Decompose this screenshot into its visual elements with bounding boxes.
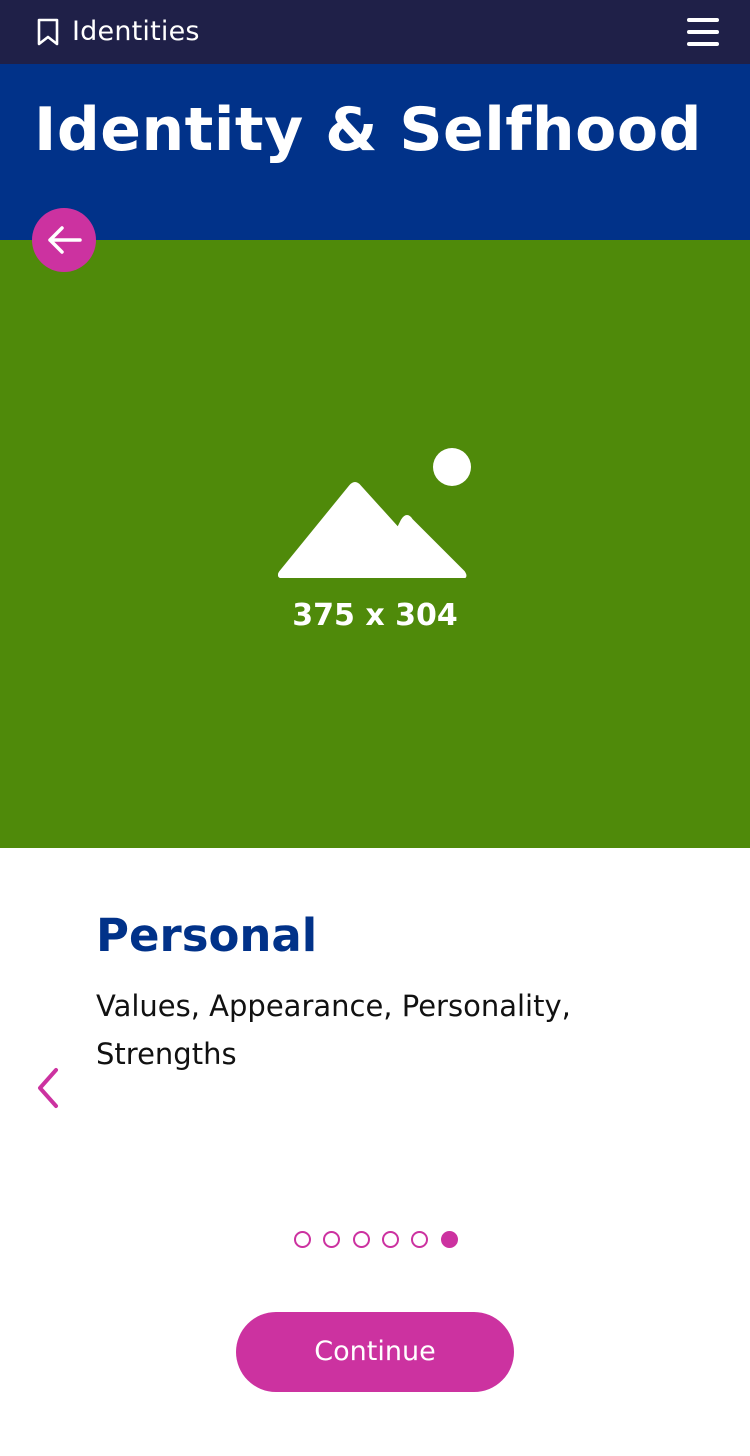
- menu-line-bottom: [687, 42, 719, 46]
- top-bar: Identities: [0, 0, 750, 64]
- menu-line-middle: [687, 30, 719, 34]
- hamburger-menu-button[interactable]: [686, 16, 720, 48]
- previous-card-button[interactable]: [30, 1064, 70, 1112]
- back-button[interactable]: [32, 208, 96, 272]
- pagination-dots: [294, 1231, 464, 1249]
- hamburger-menu-icon: [687, 18, 719, 22]
- pagination-dot[interactable]: [353, 1231, 370, 1248]
- pagination-dot[interactable]: [411, 1231, 428, 1248]
- pagination-dot[interactable]: [382, 1231, 399, 1248]
- arrow-left-icon: [48, 226, 82, 254]
- image-placeholder-icon: [278, 448, 471, 578]
- page-title: Identity & Selfhood: [34, 95, 703, 165]
- card-title: Personal: [96, 909, 318, 962]
- continue-button[interactable]: Continue: [236, 1312, 514, 1392]
- bookmark-icon[interactable]: [36, 18, 60, 46]
- chevron-left-icon: [38, 1068, 58, 1108]
- placeholder-size-label: 375 x 304: [292, 598, 458, 633]
- pagination-dot[interactable]: [441, 1231, 458, 1248]
- app-title: Identities: [72, 16, 200, 47]
- pagination-dot[interactable]: [323, 1231, 340, 1248]
- card-description: Values, Appearance, Personality, Strengt…: [96, 989, 571, 1071]
- pagination-dot[interactable]: [294, 1231, 311, 1248]
